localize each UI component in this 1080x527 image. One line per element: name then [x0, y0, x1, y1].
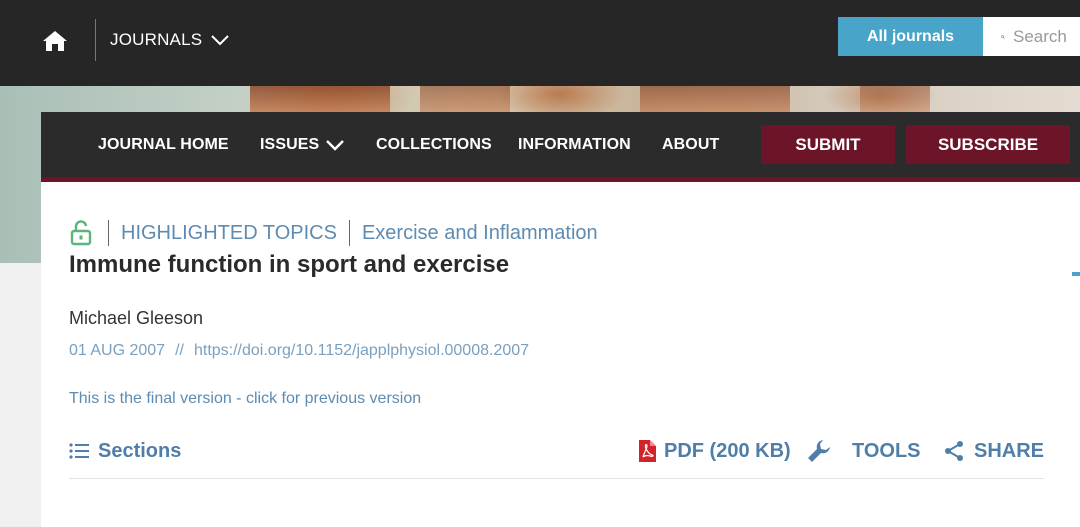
journals-label: JOURNALS	[110, 30, 203, 49]
pdf-file-icon	[639, 440, 656, 462]
tools-label: TOOLS	[852, 439, 921, 462]
article-topic-row: HIGHLIGHTED TOPICS Exercise and Inflamma…	[70, 218, 598, 248]
tools-button[interactable]: TOOLS	[806, 436, 921, 466]
pdf-download-button[interactable]: PDF (200 KB)	[637, 436, 791, 466]
article-meta: 01 AUG 2007 // https://doi.org/10.1152/j…	[69, 342, 529, 360]
search-box[interactable]	[983, 17, 1080, 56]
topic-category-link[interactable]: HIGHLIGHTED TOPICS	[121, 222, 337, 245]
search-icon	[1001, 34, 1005, 39]
topic-separator	[108, 220, 109, 246]
all-journals-button[interactable]: All journals	[838, 17, 983, 56]
version-note-link[interactable]: This is the final version - click for pr…	[69, 390, 421, 408]
banner-detail	[250, 86, 390, 112]
banner-detail	[640, 86, 790, 112]
nav-issues-label: ISSUES	[260, 136, 320, 153]
publication-date: 01 AUG 2007	[69, 342, 166, 359]
nav-collections[interactable]: COLLECTIONS	[376, 132, 492, 158]
header-divider	[95, 19, 96, 61]
journals-menu-button[interactable]: JOURNALS	[110, 28, 230, 52]
share-icon	[945, 441, 963, 461]
article-title: Immune function in sport and exercise	[69, 251, 510, 278]
action-bar-divider	[69, 478, 1044, 479]
submit-button[interactable]: SUBMIT	[761, 125, 895, 164]
pdf-label: PDF (200 KB)	[664, 439, 791, 462]
meta-separator: //	[175, 342, 184, 359]
chevron-down-icon	[211, 35, 230, 46]
journal-nav-bar: JOURNAL HOME ISSUES COLLECTIONS INFORMAT…	[41, 112, 1080, 182]
chevron-down-icon	[326, 140, 345, 151]
list-icon	[69, 443, 89, 459]
topic-name-link[interactable]: Exercise and Inflammation	[362, 222, 598, 245]
nav-issues[interactable]: ISSUES	[260, 132, 345, 158]
sections-label: Sections	[98, 439, 182, 462]
topic-separator	[348, 220, 350, 246]
share-label: SHARE	[974, 439, 1045, 462]
home-button[interactable]	[40, 27, 70, 55]
search-input[interactable]	[1013, 26, 1080, 47]
wrench-icon	[808, 440, 830, 462]
site-header: JOURNALS All journals	[0, 0, 1080, 86]
nav-information[interactable]: INFORMATION	[518, 132, 631, 158]
home-icon	[43, 31, 67, 51]
doi-link[interactable]: https://doi.org/10.1152/japplphysiol.000…	[194, 342, 529, 360]
sections-button[interactable]: Sections	[69, 436, 181, 466]
nav-journal-home[interactable]: JOURNAL HOME	[98, 132, 229, 158]
author-name[interactable]: Michael Gleeson	[69, 308, 203, 329]
banner-detail	[420, 86, 510, 112]
banner-detail	[860, 86, 930, 112]
scroll-indicator	[1072, 272, 1080, 276]
nav-about[interactable]: ABOUT	[662, 132, 719, 158]
subscribe-button[interactable]: SUBSCRIBE	[906, 125, 1070, 164]
open-access-lock-icon	[70, 220, 92, 246]
article-action-bar: Sections PDF (200 KB) TOOLS SHARE	[69, 436, 1044, 466]
share-button[interactable]: SHARE	[944, 436, 1044, 466]
